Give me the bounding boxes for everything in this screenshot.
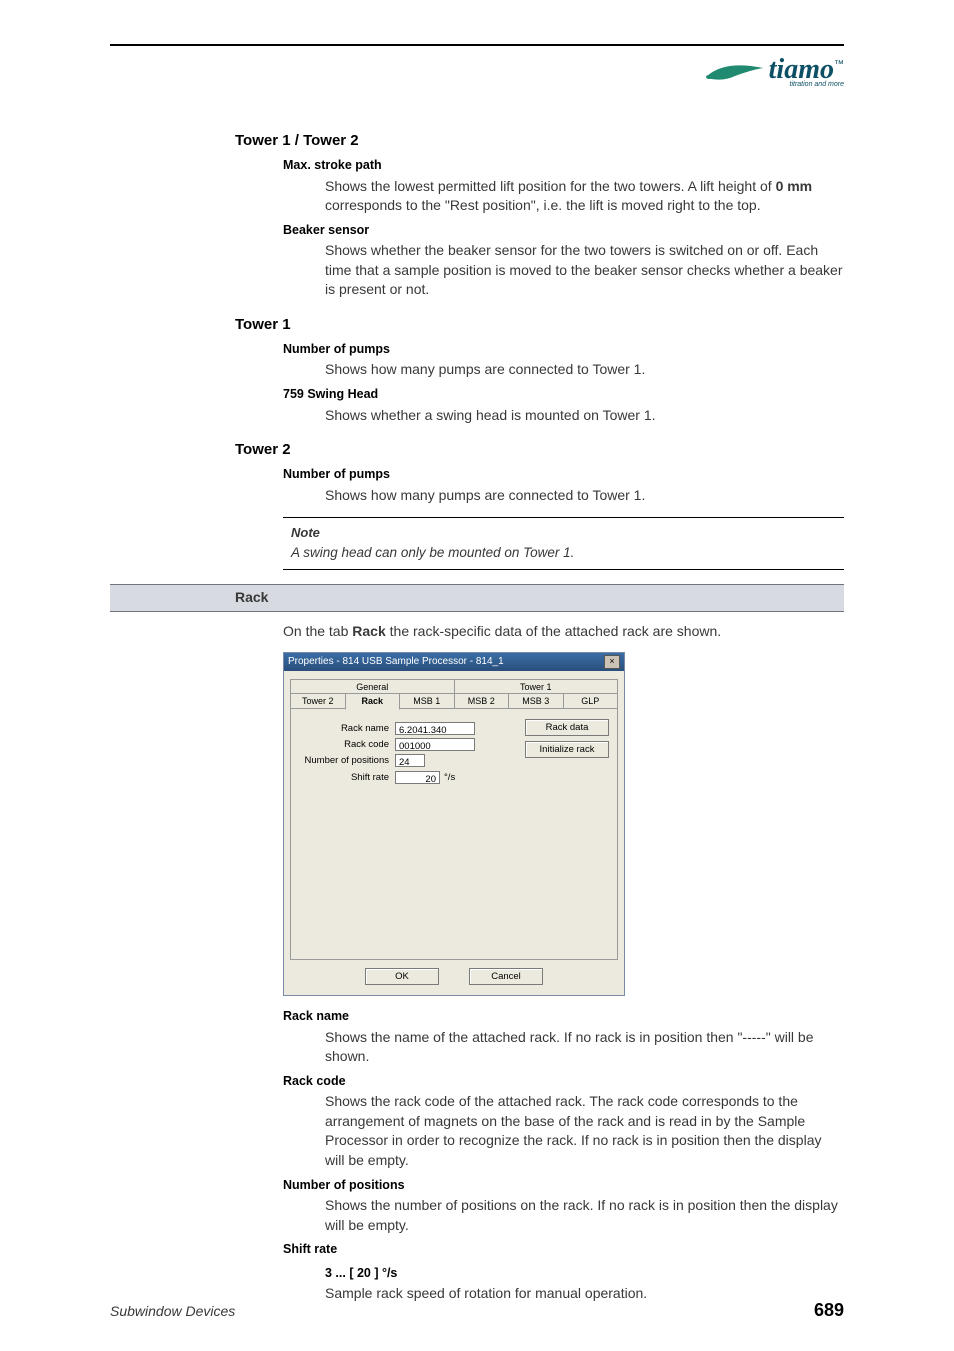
tab-general[interactable]: General xyxy=(290,679,455,695)
rack-code-label: Rack code xyxy=(299,738,389,751)
rack-name-field[interactable]: 6.2041.340 xyxy=(395,722,475,735)
section-rack: Rack xyxy=(110,584,844,612)
brand-name: tiamo xyxy=(769,54,834,85)
label-beaker-sensor: Beaker sensor xyxy=(283,222,844,240)
rack-name-label: Rack name xyxy=(299,722,389,735)
body-rack-code: Shows the rack code of the attached rack… xyxy=(325,1092,844,1170)
shift-rate-unit: °/s xyxy=(444,771,455,784)
initialize-rack-button[interactable]: Initialize rack xyxy=(525,741,609,758)
text-bold: 0 mm xyxy=(776,178,813,194)
sub-shift-rate: 3 ... [ 20 ] °/s xyxy=(325,1265,844,1283)
label-swing-head: 759 Swing Head xyxy=(283,386,844,404)
rack-code-field[interactable]: 001000 xyxy=(395,738,475,751)
close-icon[interactable]: × xyxy=(604,655,620,669)
page-footer: Subwindow Devices 689 xyxy=(110,1300,844,1321)
ok-button[interactable]: OK xyxy=(365,968,439,985)
note-box: Note A swing head can only be mounted on… xyxy=(283,517,844,570)
dialog-screenshot: Properties - 814 USB Sample Processor - … xyxy=(283,652,625,996)
body-beaker-sensor: Shows whether the beaker sensor for the … xyxy=(325,241,844,300)
text: corresponds to the "Rest position", i.e.… xyxy=(325,197,761,213)
tab-glp[interactable]: GLP xyxy=(563,693,619,709)
label-num-pumps-1: Number of pumps xyxy=(283,341,844,359)
label-num-pumps-2: Number of pumps xyxy=(283,466,844,484)
num-positions-field[interactable]: 24 xyxy=(395,754,425,767)
tab-tower1[interactable]: Tower 1 xyxy=(454,679,619,695)
brand-logo: tiamo™ titration and more xyxy=(705,58,844,88)
tab-msb1[interactable]: MSB 1 xyxy=(399,693,455,709)
header-rule xyxy=(110,44,844,46)
body-num-pumps-2: Shows how many pumps are connected to To… xyxy=(325,486,844,506)
heading-tower-1: Tower 1 xyxy=(235,314,844,335)
rack-data-button[interactable]: Rack data xyxy=(525,719,609,736)
swoosh-icon xyxy=(705,58,765,88)
intro-text: On the tab Rack the rack-specific data o… xyxy=(283,622,844,642)
text: On the tab xyxy=(283,623,352,639)
body-swing-head: Shows whether a swing head is mounted on… xyxy=(325,406,844,426)
text: Shows the lowest permitted lift position… xyxy=(325,178,776,194)
body-rack-name: Shows the name of the attached rack. If … xyxy=(325,1028,844,1067)
heading-tower-2: Tower 2 xyxy=(235,439,844,460)
trademark: ™ xyxy=(834,59,844,70)
shift-rate-label: Shift rate xyxy=(299,771,389,784)
shift-rate-field[interactable]: 20 xyxy=(395,771,440,784)
page-number: 689 xyxy=(814,1300,844,1321)
label-shift-rate: Shift rate xyxy=(283,1241,844,1259)
note-body: A swing head can only be mounted on Towe… xyxy=(291,544,836,563)
body-num-pumps-1: Shows how many pumps are connected to To… xyxy=(325,360,844,380)
num-positions-label: Number of positions xyxy=(299,754,389,767)
dialog-titlebar: Properties - 814 USB Sample Processor - … xyxy=(284,653,624,671)
text: the rack-specific data of the attached r… xyxy=(386,623,721,639)
text-bold: Rack xyxy=(352,623,385,639)
tab-tower2[interactable]: Tower 2 xyxy=(290,693,346,709)
tab-msb2[interactable]: MSB 2 xyxy=(454,693,510,709)
body-max-stroke: Shows the lowest permitted lift position… xyxy=(325,177,844,216)
note-title: Note xyxy=(291,524,836,542)
footer-section: Subwindow Devices xyxy=(110,1303,235,1319)
tab-panel: Rack data Initialize rack Rack name 6.20… xyxy=(290,708,618,960)
dialog-title: Properties - 814 USB Sample Processor - … xyxy=(288,655,504,669)
label-max-stroke: Max. stroke path xyxy=(283,157,844,175)
label-rack-name: Rack name xyxy=(283,1008,844,1026)
body-num-positions: Shows the number of positions on the rac… xyxy=(325,1196,844,1235)
heading-tower-1-2: Tower 1 / Tower 2 xyxy=(235,130,844,151)
tab-rack[interactable]: Rack xyxy=(345,693,401,710)
label-rack-code: Rack code xyxy=(283,1073,844,1091)
label-num-positions: Number of positions xyxy=(283,1177,844,1195)
tab-msb3[interactable]: MSB 3 xyxy=(508,693,564,709)
dialog-footer: OK Cancel xyxy=(284,960,624,995)
cancel-button[interactable]: Cancel xyxy=(469,968,543,985)
